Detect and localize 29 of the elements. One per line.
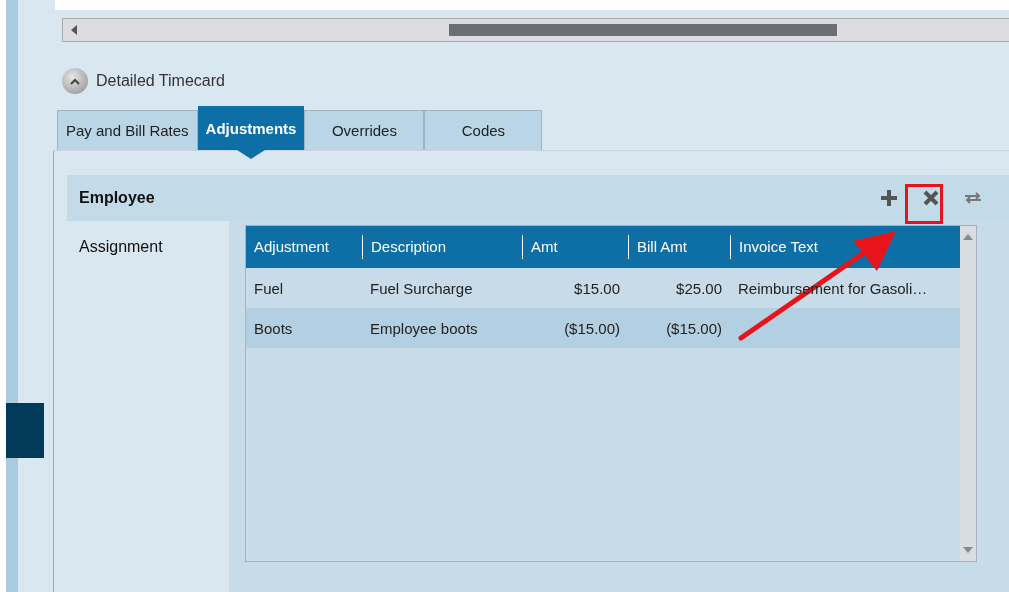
table-cell-text: $15.00 — [573, 279, 621, 297]
chevron-up-icon — [70, 77, 80, 85]
table-cell-text: Fuel — [253, 279, 285, 297]
scrollbar-thumb[interactable] — [449, 24, 837, 36]
column-header[interactable]: Description — [362, 235, 522, 259]
collapse-button[interactable] — [62, 68, 88, 94]
table-cell-text: ($15.00) — [665, 319, 723, 337]
table-cell-text: Boots — [253, 319, 294, 337]
highlight-frame — [905, 184, 943, 224]
tab[interactable]: Codes — [424, 110, 543, 150]
table-cell-text: Employee boots — [369, 319, 479, 337]
table-cell-text: ($15.00) — [563, 319, 621, 337]
table-cell-text: $25.00 — [675, 279, 723, 297]
scroll-down-icon[interactable] — [963, 547, 973, 553]
tab[interactable]: Adjustments — [197, 106, 305, 159]
sidebar-item[interactable]: Assignment — [67, 221, 217, 273]
sidebar-item[interactable]: Employee — [67, 175, 217, 221]
scroll-up-icon[interactable] — [963, 234, 973, 240]
scroll-left-icon[interactable] — [71, 25, 77, 35]
horizontal-scrollbar[interactable] — [62, 18, 1009, 42]
column-header[interactable]: Amt — [522, 235, 628, 259]
vertical-scrollbar[interactable] — [960, 226, 976, 561]
tab[interactable]: Pay and Bill Rates — [57, 110, 198, 150]
table-cell-text: Fuel Surcharge — [369, 279, 474, 297]
tab[interactable]: Overrides — [304, 110, 425, 150]
table-row[interactable]: Boots Employee boots ($15.00) ($15.00) — [246, 308, 960, 348]
column-header[interactable]: Adjustment — [246, 235, 362, 259]
section-title: Detailed Timecard — [96, 72, 225, 90]
column-header[interactable]: Bill Amt — [628, 235, 730, 259]
